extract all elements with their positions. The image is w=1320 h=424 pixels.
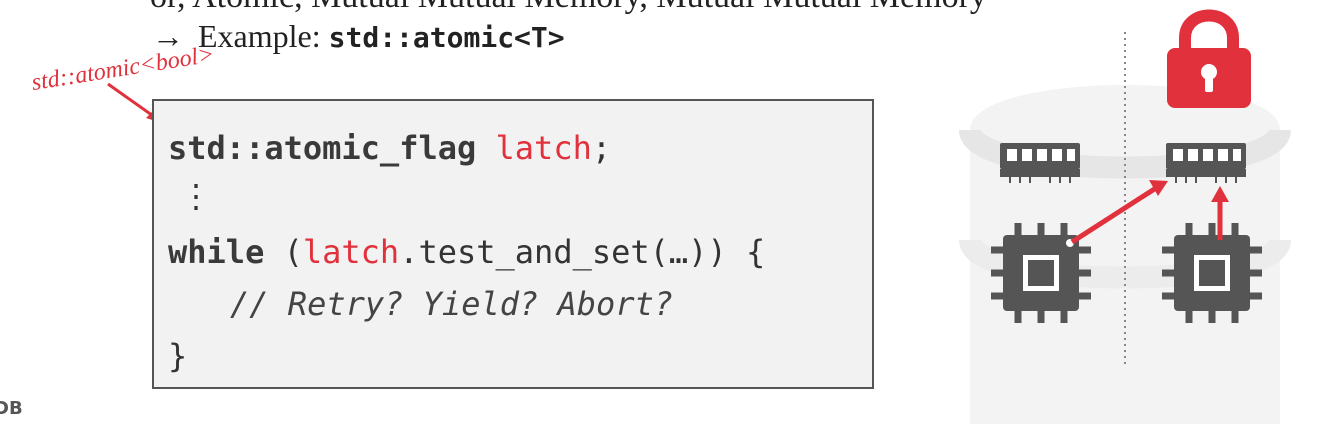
memory-icon	[1000, 143, 1080, 183]
footer-logo-text: DB	[0, 398, 23, 419]
code-line-1: std::atomic_flag latch;	[168, 129, 611, 167]
top-line-text: or, Atomic, Mutual Mutual Memory, Mutual…	[150, 0, 987, 16]
code-var: latch	[495, 129, 592, 167]
code-semicolon: ;	[591, 129, 612, 167]
code-type: std::atomic_flag	[168, 129, 477, 167]
code-line-3: while (latch.test_and_set(…)) {	[168, 233, 765, 271]
bullet-code: std::atomic<T>	[328, 21, 565, 54]
memory-icon	[1166, 143, 1246, 183]
bullet-prefix: Example:	[198, 18, 321, 54]
cpu-icon	[1162, 223, 1262, 323]
latch-diagram	[991, 9, 1262, 364]
code-block: std::atomic_flag latch; ⋮ while (latch.t…	[152, 99, 874, 389]
slide: or, Atomic, Mutual Mutual Memory, Mutual…	[0, 0, 1320, 424]
code-paren: (	[283, 233, 303, 271]
code-var: latch	[302, 233, 400, 271]
example-bullet: → Example: std::atomic<T>	[152, 18, 565, 55]
code-close-brace: }	[168, 337, 188, 375]
code-comment: // Retry? Yield? Abort?	[230, 285, 674, 323]
code-keyword: while	[168, 233, 265, 271]
code-line-ellipsis: ⋮	[180, 177, 212, 215]
access-arrow-icon	[1070, 180, 1168, 245]
lock-icon	[1167, 9, 1251, 108]
code-call: .test_and_set(…)) {	[399, 233, 766, 271]
